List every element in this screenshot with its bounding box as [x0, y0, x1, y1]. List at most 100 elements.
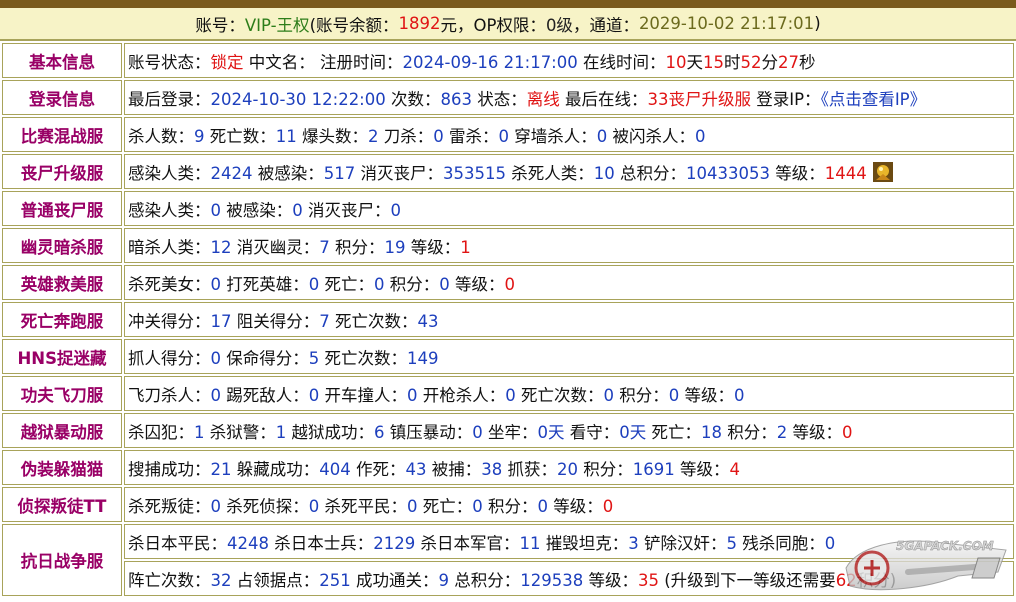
- field-label: 登录IP：: [751, 89, 821, 109]
- row-value-jailbreak: 杀囚犯：1 杀狱警：1 越狱成功：6 镇压暴动：0 坐牢：0天 看守：0天 死亡…: [124, 413, 1014, 448]
- stat-value: 0: [210, 385, 222, 405]
- row-label-ghost: 幽灵暗杀服: [2, 228, 122, 263]
- row-value-kungfu: 飞刀杀人：0 踢死敌人：0 开车撞人：0 开枪杀人：0 死亡次数：0 积分：0 …: [124, 376, 1014, 411]
- stat-value: 19: [384, 237, 406, 257]
- field-label: 积分：: [722, 422, 777, 442]
- field-label: 最后在线：: [559, 89, 648, 109]
- row-value-death-run: 冲关得分：17 阻关得分：7 死亡次数：43: [124, 302, 1014, 337]
- field-label: 杀死侦探：: [221, 496, 309, 516]
- field-label: 杀死美女：: [128, 274, 211, 294]
- stat-value: 0: [505, 385, 516, 405]
- online-days: 10: [665, 52, 687, 72]
- online-minutes: 52: [740, 52, 762, 72]
- field-label: 积分：: [329, 237, 385, 257]
- row-value-bisai: 杀人数：9 死亡数：11 爆头数：2 刀杀：0 雷杀：0 穿墙杀人：0 被闪杀人…: [124, 117, 1014, 152]
- field-label: 铲除汉奸：: [638, 533, 727, 553]
- table-row: 幽灵暗杀服 暗杀人类：12 消灭幽灵：7 积分：19 等级：1: [2, 228, 1014, 263]
- level-value: 0: [734, 385, 745, 405]
- row-value-traitor: 杀死叛徒：0 杀死侦探：0 杀死平民：0 死亡：0 积分：0 等级：0: [124, 487, 1014, 522]
- stat-value: 0: [308, 496, 320, 516]
- level-value: 35: [638, 570, 659, 590]
- field-label: 阵亡次数：: [128, 570, 211, 590]
- stat-value: 0: [210, 496, 222, 516]
- stat-value: 1691: [632, 459, 675, 479]
- row-label-war: 抗日战争服: [2, 524, 122, 596]
- field-label: 被感染：: [221, 200, 293, 220]
- field-label: 总积分：: [614, 163, 686, 183]
- stat-value: 3: [628, 533, 639, 553]
- stat-value: 6: [374, 422, 385, 442]
- account-status: 锁定: [210, 52, 244, 72]
- field-label: 暗杀人类：: [128, 237, 211, 257]
- row-value-hero: 杀死美女：0 打死英雄：0 死亡：0 积分：0 等级：0: [124, 265, 1014, 300]
- unit: 时: [724, 52, 741, 72]
- row-value-hns: 抓人得分：0 保命得分：5 死亡次数：149: [124, 339, 1014, 374]
- header-close: ): [814, 14, 821, 33]
- field-label: 抓获：: [502, 459, 557, 479]
- top-border: [0, 0, 1016, 8]
- stat-value: 2129: [373, 533, 416, 553]
- field-label: 死亡次数：: [319, 348, 407, 368]
- stat-value: 2: [776, 422, 788, 442]
- stats-page: 账号： VIP-王权 (账号余额： 1892 元， OP权限： 0级 ，通道： …: [0, 0, 1016, 600]
- field-label: 踢死敌人：: [221, 385, 309, 405]
- row-label-traitor: 侦探叛徒TT: [2, 487, 122, 522]
- row-value-zombie-up: 感染人类：2424 被感染：517 消灭丧尸：353515 杀死人类：10 总积…: [124, 154, 1014, 189]
- field-label: 看守：: [564, 422, 620, 442]
- stat-value: 10: [593, 163, 615, 183]
- field-label: 被捕：: [426, 459, 482, 479]
- stat-value: 0: [210, 274, 222, 294]
- row-label-prophunt: 伪装躲猫猫: [2, 450, 122, 485]
- field-label: 杀囚犯：: [128, 422, 194, 442]
- stat-value: 2: [368, 126, 379, 146]
- field-label: 死亡次数：: [515, 385, 604, 405]
- stat-value: 0: [472, 422, 483, 442]
- stat-value: 0: [210, 200, 222, 220]
- channel-time: 2029-10-02 21:17:01: [638, 14, 815, 33]
- unit: 秒: [799, 52, 816, 72]
- next-level-points: 62: [835, 570, 857, 590]
- stat-value: 11: [519, 533, 541, 553]
- row-value-prophunt: 搜捕成功：21 躲藏成功：404 作死：43 被捕：38 抓获：20 积分：16…: [124, 450, 1014, 485]
- field-label: 等级：: [769, 163, 825, 183]
- field-label: 消灭幽灵：: [231, 237, 320, 257]
- table-row: 普通丧尸服 感染人类：0 被感染：0 消灭丧尸：0: [2, 191, 1014, 226]
- register-time: 2024-09-16 21:17:00: [402, 52, 578, 72]
- field-label: 坐牢：: [482, 422, 538, 442]
- field-label: 状态：: [472, 89, 527, 109]
- stat-value: 12: [210, 237, 232, 257]
- stat-value: 0天: [619, 422, 647, 442]
- row-label-zombie-normal: 普通丧尸服: [2, 191, 122, 226]
- field-label: 杀日本军官：: [415, 533, 520, 553]
- stat-value: 43: [417, 311, 439, 331]
- field-label: 中文名： 注册时间：: [243, 52, 403, 72]
- stat-value: 38: [481, 459, 503, 479]
- row-value-war-2: 阵亡次数：32 占领据点：251 成功通关：9 总积分：129538 等级：35…: [124, 561, 1014, 596]
- field-label: (升级到下一等级还需要: [659, 570, 836, 590]
- row-value-basic: 账号状态：锁定 中文名： 注册时间：2024-09-16 21:17:00 在线…: [124, 43, 1014, 78]
- field-label: 消灭丧尸：: [355, 163, 443, 183]
- login-count: 863: [440, 89, 473, 109]
- field-label: 开枪杀人：: [417, 385, 506, 405]
- field-label: 镇压暴动：: [384, 422, 473, 442]
- stat-value: 0: [433, 126, 444, 146]
- field-label: 残杀同胞：: [737, 533, 825, 553]
- stat-value: 0: [308, 385, 320, 405]
- field-label: 等级：: [449, 274, 505, 294]
- table-row: 侦探叛徒TT 杀死叛徒：0 杀死侦探：0 杀死平民：0 死亡：0 积分：0 等级…: [2, 487, 1014, 522]
- stat-value: 43: [405, 459, 427, 479]
- view-ip-link[interactable]: 《点击查看IP》: [821, 90, 927, 109]
- level-value: 1444: [824, 163, 867, 183]
- row-label-jailbreak: 越狱暴动服: [2, 413, 122, 448]
- field-label: 死亡次数：: [329, 311, 418, 331]
- row-label-basic: 基本信息: [2, 43, 122, 78]
- field-label: 等级：: [679, 385, 734, 405]
- op-level: 0级: [545, 15, 573, 35]
- stat-value: 2424: [210, 163, 253, 183]
- stat-value: 353515: [443, 163, 506, 183]
- stat-value: 0: [439, 274, 450, 294]
- stat-value: 0: [374, 274, 385, 294]
- stat-value: 18: [701, 422, 722, 442]
- op-label: OP权限：: [473, 15, 546, 35]
- field-label: 在线时间：: [577, 52, 666, 72]
